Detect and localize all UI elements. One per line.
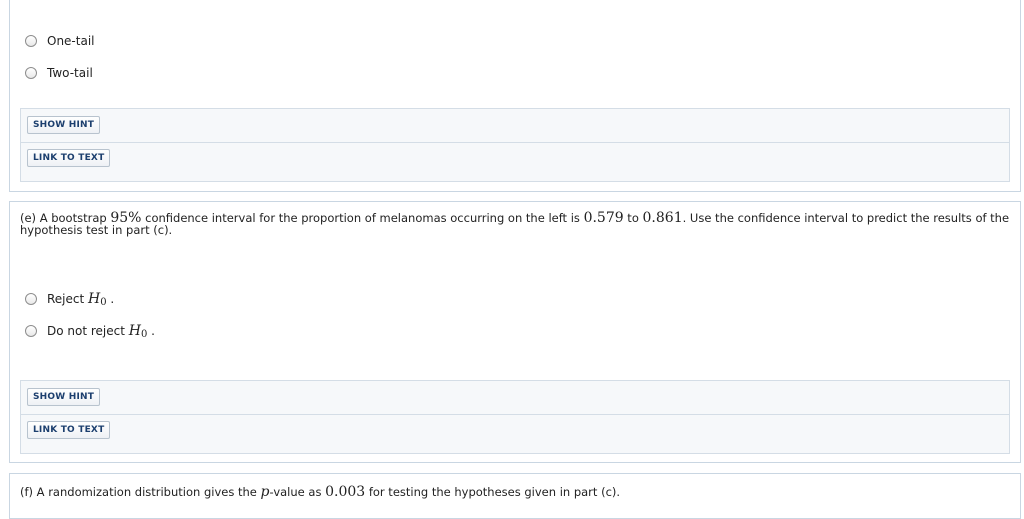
- p-value: 0.003: [325, 484, 366, 500]
- option-suffix: .: [106, 291, 115, 306]
- question-panel-f: (f) A randomization distribution gives t…: [9, 473, 1021, 519]
- question-panel-e: (e) A bootstrap 95% confidence interval …: [9, 201, 1021, 463]
- question-segment: -value as: [269, 485, 326, 499]
- interval-upper: 0.861: [642, 210, 683, 226]
- option-label: Reject H0 .: [47, 291, 114, 308]
- hypothesis-symbol: H: [88, 290, 101, 307]
- radio-one-tail[interactable]: [25, 35, 37, 47]
- hint-box-d: SHOW HINT LINK TO TEXT: [20, 108, 1010, 182]
- hypothesis-symbol: H: [128, 322, 141, 339]
- option-label: Two-tail: [47, 66, 93, 80]
- link-to-text-button[interactable]: LINK TO TEXT: [27, 421, 111, 439]
- question-text-f: (f) A randomization distribution gives t…: [20, 484, 1010, 500]
- show-hint-button[interactable]: SHOW HINT: [27, 388, 101, 406]
- show-hint-button[interactable]: SHOW HINT: [27, 116, 101, 134]
- option-reject-h0[interactable]: Reject H0 .: [25, 291, 114, 308]
- question-segment: for testing the hypotheses given in part…: [365, 485, 621, 499]
- radio-do-not-reject-h0[interactable]: [25, 325, 37, 337]
- question-segment: (f) A randomization distribution gives t…: [20, 485, 261, 499]
- radio-reject-h0[interactable]: [25, 293, 37, 305]
- option-one-tail[interactable]: One-tail: [25, 33, 95, 49]
- interval-lower: 0.579: [583, 210, 624, 226]
- option-suffix: .: [147, 323, 155, 338]
- question-segment: confidence interval for the proportion o…: [141, 211, 584, 225]
- option-label: One-tail: [47, 34, 95, 48]
- hint-divider: [21, 142, 1009, 143]
- hint-box-e: SHOW HINT LINK TO TEXT: [20, 380, 1010, 454]
- question-text-e: (e) A bootstrap 95% confidence interval …: [20, 210, 1010, 236]
- option-label: Do not reject H0 .: [47, 323, 155, 340]
- option-text: Do not reject: [47, 323, 129, 338]
- hint-divider: [21, 414, 1009, 415]
- link-to-text-button[interactable]: LINK TO TEXT: [27, 149, 111, 167]
- option-two-tail[interactable]: Two-tail: [25, 65, 93, 81]
- radio-two-tail[interactable]: [25, 67, 37, 79]
- option-text: Reject: [47, 291, 89, 306]
- question-panel-d: One-tail Two-tail SHOW HINT LINK TO TEXT: [9, 0, 1021, 192]
- question-segment: to: [623, 211, 643, 225]
- option-do-not-reject-h0[interactable]: Do not reject H0 .: [25, 323, 155, 340]
